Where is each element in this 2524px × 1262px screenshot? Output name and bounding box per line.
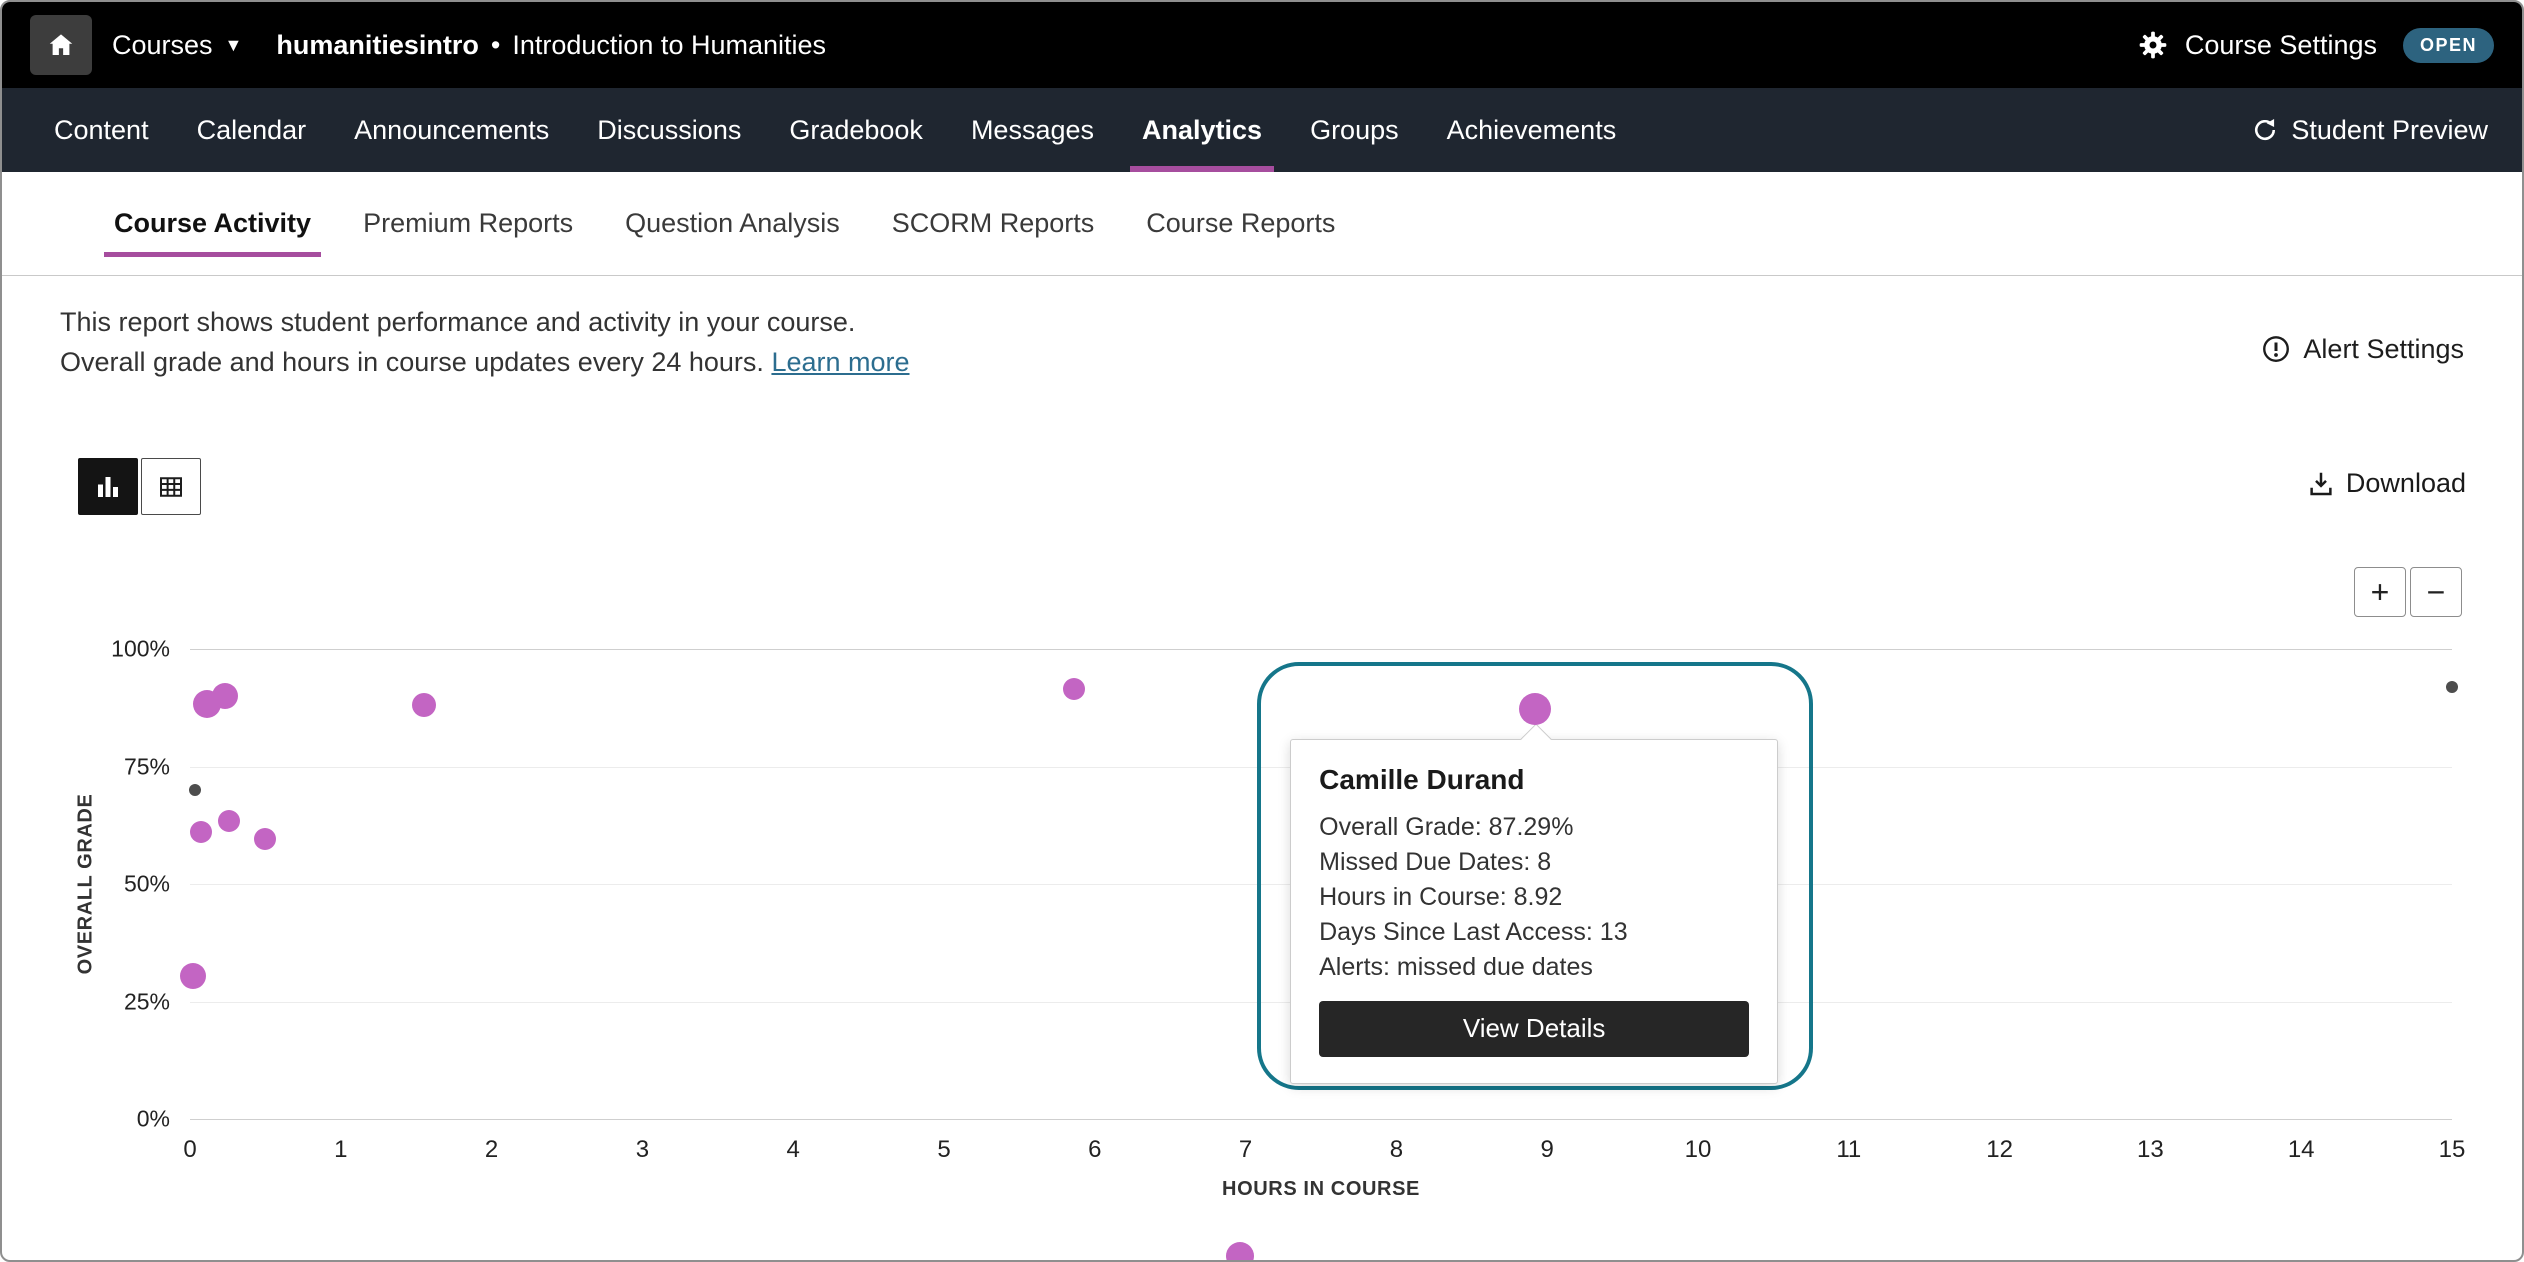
table-icon bbox=[156, 472, 186, 502]
x-tick-label: 3 bbox=[636, 1136, 649, 1164]
x-tick-label: 2 bbox=[485, 1136, 498, 1164]
data-point[interactable] bbox=[1063, 678, 1085, 700]
tooltip-days-since-access: Days Since Last Access: 13 bbox=[1319, 915, 1749, 950]
download-button[interactable]: Download bbox=[2306, 468, 2466, 499]
courses-menu[interactable]: Courses ▼ bbox=[112, 30, 242, 61]
tooltip-student-name: Camille Durand bbox=[1319, 764, 1749, 796]
course-navbar: Content Calendar Announcements Discussio… bbox=[2, 88, 2522, 172]
analytics-page: Courses ▼ humanitiesintro • Introduction… bbox=[0, 0, 2524, 1262]
topbar-right: Course Settings OPEN bbox=[2137, 28, 2494, 63]
y-tick-label: 75% bbox=[124, 753, 170, 780]
top-bar: Courses ▼ humanitiesintro • Introduction… bbox=[2, 2, 2522, 88]
open-status-badge[interactable]: OPEN bbox=[2403, 28, 2494, 63]
x-tick-label: 13 bbox=[2137, 1136, 2164, 1164]
x-tick-label: 12 bbox=[1986, 1136, 2013, 1164]
x-tick-label: 1 bbox=[334, 1136, 347, 1164]
subtab-course-activity[interactable]: Course Activity bbox=[110, 172, 315, 275]
course-name: humanitiesintro • Introduction to Humani… bbox=[276, 30, 826, 61]
gear-icon[interactable] bbox=[2137, 29, 2169, 61]
data-point[interactable] bbox=[2446, 681, 2458, 693]
data-point-partial[interactable] bbox=[1226, 1242, 1254, 1262]
x-axis-title: HOURS IN COURSE bbox=[1222, 1178, 1420, 1201]
subtab-scorm-reports[interactable]: SCORM Reports bbox=[888, 172, 1099, 275]
view-toggle bbox=[78, 458, 201, 515]
nav-tab-analytics[interactable]: Analytics bbox=[1130, 88, 1274, 172]
x-tick-label: 4 bbox=[787, 1136, 800, 1164]
bar-chart-icon bbox=[93, 472, 123, 502]
nav-tab-gradebook[interactable]: Gradebook bbox=[777, 88, 935, 172]
x-tick-label: 15 bbox=[2439, 1136, 2466, 1164]
data-point[interactable] bbox=[212, 683, 238, 709]
course-id: humanitiesintro bbox=[276, 30, 479, 61]
nav-tab-discussions[interactable]: Discussions bbox=[585, 88, 753, 172]
x-tick-label: 8 bbox=[1390, 1136, 1403, 1164]
x-tick-label: 7 bbox=[1239, 1136, 1252, 1164]
gridline bbox=[190, 1119, 2452, 1120]
gridline bbox=[190, 649, 2452, 650]
nav-tab-content[interactable]: Content bbox=[42, 88, 161, 172]
nav-tab-announcements[interactable]: Announcements bbox=[342, 88, 561, 172]
student-preview-label: Student Preview bbox=[2291, 115, 2488, 146]
nav-tab-calendar[interactable]: Calendar bbox=[185, 88, 319, 172]
alert-icon bbox=[2261, 334, 2291, 364]
data-point[interactable] bbox=[254, 828, 276, 850]
tooltip-hours-in-course: Hours in Course: 8.92 bbox=[1319, 880, 1749, 915]
x-tick-label: 5 bbox=[937, 1136, 950, 1164]
subtab-course-reports[interactable]: Course Reports bbox=[1142, 172, 1339, 275]
nav-tab-messages[interactable]: Messages bbox=[959, 88, 1106, 172]
y-tick-label: 25% bbox=[124, 988, 170, 1015]
subtab-question-analysis[interactable]: Question Analysis bbox=[621, 172, 844, 275]
tooltip-overall-grade: Overall Grade: 87.29% bbox=[1319, 810, 1749, 845]
table-view-button[interactable] bbox=[141, 458, 201, 515]
nav-tabs: Content Calendar Announcements Discussio… bbox=[42, 88, 1628, 172]
x-tick-label: 9 bbox=[1541, 1136, 1554, 1164]
download-icon bbox=[2306, 469, 2336, 499]
plot-area: HOURS IN COURSE Camille Durand Overall G… bbox=[190, 649, 2452, 1119]
x-tick-label: 6 bbox=[1088, 1136, 1101, 1164]
x-tick-label: 14 bbox=[2288, 1136, 2315, 1164]
course-settings-label[interactable]: Course Settings bbox=[2185, 30, 2377, 61]
nav-tab-groups[interactable]: Groups bbox=[1298, 88, 1411, 172]
course-title: Introduction to Humanities bbox=[512, 30, 826, 61]
zoom-in-button[interactable]: + bbox=[2354, 567, 2406, 617]
chevron-down-icon: ▼ bbox=[225, 35, 243, 56]
report-description: This report shows student performance an… bbox=[60, 302, 910, 382]
report-line-2: Overall grade and hours in course update… bbox=[60, 342, 910, 382]
learn-more-link[interactable]: Learn more bbox=[771, 347, 909, 377]
download-label: Download bbox=[2346, 468, 2466, 499]
x-tick-label: 11 bbox=[1836, 1136, 1861, 1164]
x-tick-label: 0 bbox=[183, 1136, 196, 1164]
report-line-1: This report shows student performance an… bbox=[60, 302, 910, 342]
chart-view-button[interactable] bbox=[78, 458, 138, 515]
analytics-subnav: Course Activity Premium Reports Question… bbox=[2, 172, 2522, 276]
refresh-icon bbox=[2251, 116, 2279, 144]
tooltip-missed-due-dates: Missed Due Dates: 8 bbox=[1319, 845, 1749, 880]
zoom-controls: + − bbox=[2354, 567, 2462, 617]
y-tick-label: 0% bbox=[137, 1106, 170, 1133]
data-point[interactable] bbox=[189, 784, 201, 796]
tooltip-alerts: Alerts: missed due dates bbox=[1319, 950, 1749, 985]
data-point[interactable] bbox=[190, 821, 212, 843]
data-point-selected[interactable] bbox=[1519, 693, 1551, 725]
student-tooltip: Camille Durand Overall Grade: 87.29% Mis… bbox=[1290, 739, 1778, 1084]
y-tick-label: 50% bbox=[124, 871, 170, 898]
alert-settings-button[interactable]: Alert Settings bbox=[2261, 316, 2464, 382]
report-info-row: This report shows student performance an… bbox=[60, 302, 2464, 382]
data-point[interactable] bbox=[218, 810, 240, 832]
data-point[interactable] bbox=[180, 963, 206, 989]
alert-settings-label: Alert Settings bbox=[2303, 334, 2464, 365]
y-tick-label: 100% bbox=[111, 636, 170, 663]
view-details-button[interactable]: View Details bbox=[1319, 1001, 1749, 1057]
y-axis-title: OVERALL GRADE bbox=[75, 794, 98, 975]
subtab-premium-reports[interactable]: Premium Reports bbox=[359, 172, 577, 275]
home-button[interactable] bbox=[30, 15, 92, 75]
separator-dot: • bbox=[491, 30, 500, 61]
nav-tab-achievements[interactable]: Achievements bbox=[1435, 88, 1629, 172]
zoom-out-button[interactable]: − bbox=[2410, 567, 2462, 617]
data-point[interactable] bbox=[412, 693, 436, 717]
x-tick-label: 10 bbox=[1685, 1136, 1712, 1164]
home-icon bbox=[46, 30, 76, 60]
courses-label: Courses bbox=[112, 30, 213, 61]
student-preview-button[interactable]: Student Preview bbox=[2251, 88, 2488, 172]
